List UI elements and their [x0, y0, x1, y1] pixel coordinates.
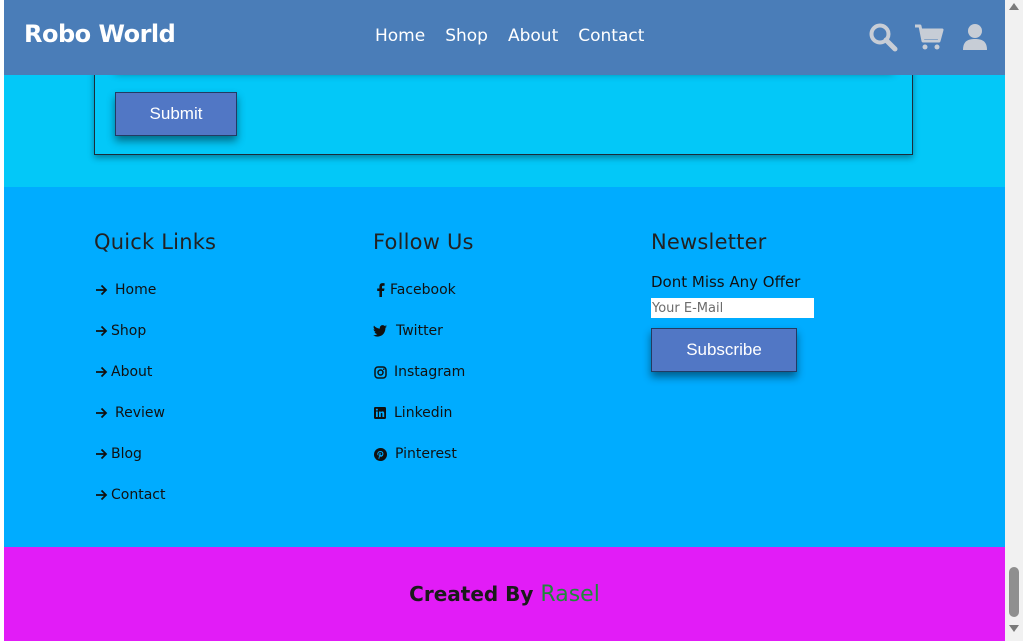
- pinterest-icon: [373, 447, 387, 461]
- link-label: Home: [115, 282, 157, 298]
- link-label: Linkedin: [394, 405, 453, 421]
- quick-link-shop[interactable]: Shop: [94, 323, 146, 339]
- main-nav: Home Shop About Contact: [375, 26, 644, 46]
- credit-prefix: Created By: [409, 581, 534, 606]
- cart-icon[interactable]: [914, 22, 944, 52]
- arrow-right-icon: [94, 365, 108, 379]
- link-label: Review: [115, 405, 165, 421]
- facebook-icon: [373, 283, 387, 297]
- social-pinterest[interactable]: Pinterest: [373, 446, 457, 462]
- arrow-right-icon: [94, 447, 108, 461]
- subscribe-button[interactable]: Subscribe: [651, 328, 797, 372]
- arrow-right-icon: [94, 406, 108, 420]
- social-twitter[interactable]: Twitter: [373, 323, 443, 339]
- twitter-icon: [373, 324, 387, 338]
- scroll-up-arrow-icon[interactable]: [1009, 3, 1019, 10]
- nav-about[interactable]: About: [508, 26, 558, 46]
- user-icon[interactable]: [960, 22, 990, 52]
- social-linkedin[interactable]: Linkedin: [373, 405, 452, 421]
- nav-contact[interactable]: Contact: [578, 26, 644, 46]
- search-icon[interactable]: [868, 22, 898, 52]
- quick-link-home[interactable]: Home: [94, 282, 156, 298]
- newsletter-text: Dont Miss Any Offer: [651, 273, 801, 291]
- page: Submit Robo World Home Shop About Contac…: [4, 0, 1005, 641]
- quick-link-about[interactable]: About: [94, 364, 152, 380]
- scroll-down-arrow-icon[interactable]: [1009, 625, 1019, 632]
- newsletter-title: Newsletter: [651, 230, 767, 254]
- link-label: Contact: [111, 487, 166, 503]
- nav-home[interactable]: Home: [375, 26, 425, 46]
- link-label: About: [111, 364, 153, 380]
- link-label: Instagram: [394, 364, 466, 380]
- link-label: Shop: [111, 323, 147, 339]
- linkedin-icon: [373, 406, 387, 420]
- quick-link-review[interactable]: Review: [94, 405, 165, 421]
- nav-shop[interactable]: Shop: [445, 26, 488, 46]
- link-label: Pinterest: [395, 446, 457, 462]
- scrollbar-thumb[interactable]: [1009, 567, 1019, 617]
- arrow-right-icon: [94, 488, 108, 502]
- vertical-scrollbar[interactable]: [1005, 0, 1023, 641]
- credit-bar: Created By Rasel: [4, 547, 1005, 641]
- quick-link-blog[interactable]: Blog: [94, 446, 142, 462]
- logo[interactable]: Robo World: [24, 20, 176, 48]
- quick-link-contact[interactable]: Contact: [94, 487, 165, 503]
- social-instagram[interactable]: Instagram: [373, 364, 465, 380]
- social-facebook[interactable]: Facebook: [373, 282, 456, 298]
- link-label: Blog: [111, 446, 142, 462]
- credit-text: Created By Rasel: [409, 582, 600, 607]
- header: Robo World Home Shop About Contact: [4, 0, 1005, 75]
- credit-author[interactable]: Rasel: [540, 582, 599, 607]
- arrow-right-icon: [94, 283, 108, 297]
- follow-us-title: Follow Us: [373, 230, 474, 254]
- email-input[interactable]: [651, 298, 814, 318]
- link-label: Twitter: [396, 323, 443, 339]
- instagram-icon: [373, 365, 387, 379]
- quick-links-title: Quick Links: [94, 230, 217, 254]
- link-label: Facebook: [390, 282, 456, 298]
- arrow-right-icon: [94, 324, 108, 338]
- submit-button[interactable]: Submit: [115, 92, 237, 136]
